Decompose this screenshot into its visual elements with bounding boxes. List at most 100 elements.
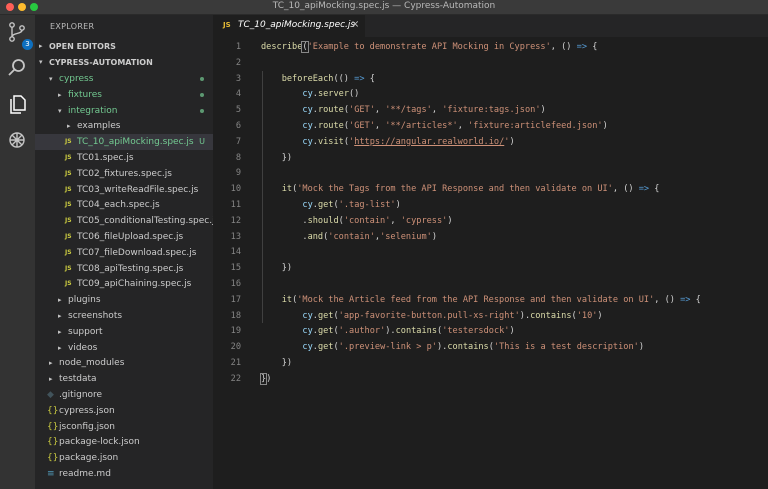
modified-dot-icon bbox=[200, 92, 204, 97]
chevron-right-icon: ▸ bbox=[58, 327, 62, 336]
code-token: visit bbox=[317, 136, 344, 147]
file-item[interactable]: JS TC07_fileDownload.spec.js bbox=[35, 245, 213, 261]
code-token: cy bbox=[302, 89, 313, 100]
code-token: and bbox=[307, 231, 324, 242]
js-file-icon: JS bbox=[65, 280, 72, 288]
code-token: => bbox=[680, 294, 691, 305]
code-token: get bbox=[317, 310, 334, 321]
code-token: { bbox=[587, 42, 598, 52]
explorer-sidebar: EXPLORER ▸ OPEN EDITORS ▾ CYPRESS-AUTOMA… bbox=[35, 15, 219, 489]
code-token: => bbox=[638, 184, 650, 195]
explorer-icon[interactable] bbox=[6, 93, 28, 115]
editor-tabs: JS TC_10_apiMocking.spec.js × bbox=[213, 15, 768, 37]
code-token: should bbox=[307, 215, 339, 226]
debug-icon[interactable] bbox=[6, 129, 28, 151]
file-item[interactable]: {} package-lock.json bbox=[35, 434, 213, 450]
code-line: 19 cy.get('.author').contains('testersdo… bbox=[213, 323, 768, 339]
folder-item[interactable]: ▾ integration bbox=[35, 103, 213, 119]
chevron-right-icon: ▸ bbox=[49, 375, 53, 384]
file-item[interactable]: JS TC08_apiTesting.spec.js bbox=[35, 261, 213, 277]
code-text: it('Mock the Tags from the API Response … bbox=[261, 181, 660, 197]
folder-item[interactable]: ▸ plugins bbox=[35, 292, 213, 308]
file-item[interactable]: ≡ readme.md bbox=[35, 466, 213, 482]
code-line: 12 .should('contain', 'cypress') bbox=[213, 213, 768, 229]
folder-item[interactable]: ▸ examples bbox=[35, 118, 213, 134]
file-item[interactable]: JS TC06_fileUpload.spec.js bbox=[35, 229, 213, 245]
code-line: 20 cy.get('.preview-link > p').contains(… bbox=[213, 339, 768, 355]
code-text: cy.get('app-favorite-button.pull-xs-righ… bbox=[261, 308, 602, 324]
code-text: cy.get('.author').contains('testersdock'… bbox=[261, 323, 514, 339]
line-number: 1 bbox=[235, 42, 241, 52]
line-number: 19 bbox=[230, 326, 241, 337]
js-file-icon: JS bbox=[65, 264, 72, 272]
code-token: , bbox=[390, 215, 401, 226]
js-file-icon: JS bbox=[65, 248, 72, 256]
folder-item[interactable]: ▸ screenshots bbox=[35, 308, 213, 324]
code-text: describe('Example to demonstrate API Moc… bbox=[261, 39, 597, 55]
code-token: => bbox=[354, 73, 365, 84]
folder-item[interactable]: ▸ fixtures bbox=[35, 87, 213, 103]
code-text: }) bbox=[261, 260, 292, 276]
file-item[interactable]: JS TC01.spec.js bbox=[35, 150, 213, 166]
code-token: }) bbox=[261, 263, 293, 274]
file-item[interactable]: JS TC03_writeReadFile.spec.js bbox=[35, 182, 213, 198]
tree-item-label: TC03_writeReadFile.spec.js bbox=[77, 184, 199, 195]
file-item[interactable]: JS TC04_each.spec.js bbox=[35, 197, 213, 213]
tree-item-label: fixtures bbox=[68, 89, 102, 100]
folder-item[interactable]: ▾ cypress bbox=[35, 71, 213, 87]
code-line: 11 cy.get('.tag-list') bbox=[213, 197, 768, 213]
line-number: 6 bbox=[235, 121, 241, 131]
code-token: => bbox=[576, 42, 588, 52]
folder-item[interactable]: ▸ node_modules bbox=[35, 355, 213, 371]
folder-item[interactable]: ▸ testdata bbox=[35, 371, 213, 387]
line-number: 18 bbox=[230, 310, 241, 321]
js-file-icon: JS bbox=[223, 21, 231, 29]
file-item[interactable]: JS TC05_conditionalTesting.spec.js bbox=[35, 213, 219, 229]
code-token: 'GET' bbox=[349, 121, 375, 131]
close-icon[interactable]: × bbox=[351, 19, 359, 30]
folder-item[interactable]: ▸ videos bbox=[35, 340, 213, 356]
file-item[interactable]: ◆ .gitignore bbox=[35, 387, 213, 403]
code-text: cy.server() bbox=[261, 86, 359, 102]
code-token: cy bbox=[302, 121, 313, 131]
code-text: cy.route('GET', '**/articles*', 'fixture… bbox=[261, 118, 607, 134]
code-token: ). bbox=[436, 342, 448, 353]
chevron-down-icon: ▾ bbox=[39, 58, 43, 66]
tree-item-label: TC02_fixtures.spec.js bbox=[77, 168, 172, 179]
tree-item-label: cypress bbox=[59, 74, 94, 84]
tree-item-label: TC08_apiTesting.spec.js bbox=[77, 263, 184, 274]
line-number: 5 bbox=[235, 105, 241, 116]
file-item[interactable]: {} cypress.json bbox=[35, 403, 213, 419]
code-token: '.author' bbox=[338, 326, 386, 337]
editor-area: JS TC_10_apiMocking.spec.js × 1 describe(… bbox=[213, 15, 768, 489]
code-token: (() bbox=[333, 73, 355, 84]
line-number: 11 bbox=[230, 200, 241, 210]
project-section[interactable]: ▾ CYPRESS-AUTOMATION bbox=[35, 55, 213, 71]
folder-item[interactable]: ▸ support bbox=[35, 324, 213, 340]
code-token: cy bbox=[302, 326, 313, 337]
source-control-icon[interactable]: 3 bbox=[6, 21, 33, 50]
line-number: 7 bbox=[235, 136, 241, 147]
file-item[interactable]: {} jsconfig.json bbox=[35, 419, 213, 435]
line-number: 8 bbox=[235, 152, 241, 163]
file-item[interactable]: JS TC_10_apiMocking.spec.js U bbox=[35, 134, 213, 151]
file-item[interactable]: {} package.json bbox=[35, 450, 213, 466]
code-token: contains bbox=[530, 310, 572, 321]
search-icon[interactable] bbox=[6, 57, 28, 79]
code-token: , () bbox=[654, 294, 681, 305]
file-item[interactable]: JS TC02_fixtures.spec.js bbox=[35, 166, 213, 182]
tree-item-label: screenshots bbox=[68, 311, 123, 321]
code-token: , bbox=[374, 105, 386, 116]
line-number: 20 bbox=[230, 342, 241, 353]
tab-active-file[interactable]: JS TC_10_apiMocking.spec.js × bbox=[213, 15, 365, 37]
code-token: ). bbox=[385, 326, 396, 337]
code-token: '10' bbox=[576, 310, 598, 321]
file-item[interactable]: JS TC09_apiChaining.spec.js bbox=[35, 276, 213, 292]
line-number: 15 bbox=[230, 263, 241, 274]
code-token: get bbox=[317, 200, 334, 210]
open-editors-section[interactable]: ▸ OPEN EDITORS bbox=[35, 39, 213, 55]
